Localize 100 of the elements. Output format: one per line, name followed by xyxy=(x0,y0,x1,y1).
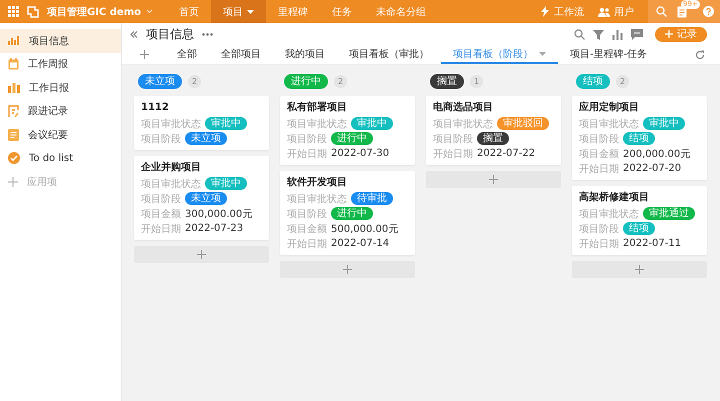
field-label: 开始日期 xyxy=(141,222,181,236)
status-tag: 未立项 xyxy=(185,192,227,205)
status-tag: 进行中 xyxy=(331,132,373,145)
field-label: 项目审批状态 xyxy=(287,118,347,130)
check-circle-icon xyxy=(8,152,20,164)
plus-icon xyxy=(665,30,673,38)
form-icon xyxy=(8,105,19,118)
view-tab[interactable]: 项目-里程碑-任务 xyxy=(558,45,660,64)
field-value: 2022-07-20 xyxy=(623,163,682,174)
search-icon[interactable] xyxy=(574,28,585,40)
refresh-icon[interactable] xyxy=(695,50,705,60)
field-value: 2022-07-23 xyxy=(185,223,244,234)
field-label: 项目阶段 xyxy=(287,208,327,220)
field-label: 项目阶段 xyxy=(287,132,327,146)
status-tag: 未立项 xyxy=(185,132,227,145)
add-view-icon[interactable] xyxy=(140,50,149,59)
card-title: 私有部署项目 xyxy=(287,101,348,115)
card-title: 高架桥修建项目 xyxy=(579,191,650,205)
project-card[interactable]: 电商选品项目 项目审批状态 审批驳回 项目阶段 搁置 开始日期 2022-07-22 xyxy=(426,96,561,165)
sidebar-item[interactable]: 工作周报 xyxy=(0,52,121,76)
status-tag: 审批中 xyxy=(205,117,247,130)
project-card[interactable]: 高架桥修建项目 项目审批状态 审批通过 项目阶段 结项 开始日期 2022-07-11 xyxy=(572,186,707,255)
plus-icon xyxy=(197,250,206,259)
status-tag: 搁置 xyxy=(477,132,509,145)
field-label: 项目阶段 xyxy=(579,132,619,146)
sidebar-item[interactable]: 会议纪要 xyxy=(0,123,121,146)
field-label: 项目审批状态 xyxy=(579,208,639,220)
field-label: 项目审批状态 xyxy=(287,192,347,206)
project-card[interactable]: 软件开发项目 项目审批状态 待审批 项目阶段 进行中 项目金额 500,000.00元 开始日期 2022-07-14 xyxy=(280,171,415,255)
notes-icon xyxy=(8,128,19,141)
field-label: 开始日期 xyxy=(433,148,473,160)
status-tag: 进行中 xyxy=(331,207,373,220)
field-value: 2022-07-30 xyxy=(331,148,390,159)
field-label: 项目阶段 xyxy=(579,222,619,236)
status-tag: 审批通过 xyxy=(643,207,695,220)
chart-icon xyxy=(8,35,20,46)
view-tab[interactable]: 全部 xyxy=(165,45,209,64)
field-label: 开始日期 xyxy=(287,238,327,250)
field-label: 项目审批状态 xyxy=(141,178,201,190)
field-label: 开始日期 xyxy=(579,238,619,250)
field-label: 项目阶段 xyxy=(141,132,181,146)
card-title: 软件开发项目 xyxy=(287,176,348,190)
field-label: 项目阶段 xyxy=(433,132,473,146)
project-card[interactable]: 1112 项目审批状态 审批中 项目阶段 未立项 xyxy=(134,96,269,150)
grid-icon[interactable] xyxy=(8,6,19,17)
field-label: 项目审批状态 xyxy=(141,118,201,130)
status-tag: 审批驳回 xyxy=(497,117,549,130)
page-title: 项目信息 xyxy=(146,26,194,42)
more-icon[interactable] xyxy=(202,32,213,36)
plus-icon xyxy=(489,175,498,184)
card-title: 应用定制项目 xyxy=(579,101,640,115)
view-tab[interactable]: 全部项目 xyxy=(209,45,273,64)
document-icon[interactable] xyxy=(677,6,687,18)
sidebar-item[interactable]: 项目信息 xyxy=(0,29,121,52)
field-label: 项目金额 xyxy=(141,208,181,220)
status-tag: 结项 xyxy=(623,132,655,145)
status-tag: 结项 xyxy=(623,222,655,235)
sidebar-item[interactable]: To do list xyxy=(0,146,121,170)
field-value: 300,000.00元 xyxy=(185,208,252,220)
status-tag: 待审批 xyxy=(351,192,393,205)
status-tag: 搁置 xyxy=(430,74,464,88)
field-label: 项目阶段 xyxy=(141,192,181,206)
field-label: 项目金额 xyxy=(287,222,327,236)
status-tag: 未立项 xyxy=(138,74,182,88)
search-icon[interactable] xyxy=(656,6,667,17)
card-count: 2 xyxy=(188,74,201,88)
bar-chart-icon[interactable] xyxy=(612,28,623,40)
help-icon[interactable] xyxy=(703,6,714,17)
card-title: 企业并购项目 xyxy=(141,161,202,175)
calendar-icon xyxy=(8,58,19,70)
status-tag: 进行中 xyxy=(284,74,328,88)
field-value: 2022-07-22 xyxy=(477,148,536,159)
view-tab[interactable]: 我的项目 xyxy=(273,45,337,64)
sidebar-item[interactable]: 跟进记录 xyxy=(0,100,121,123)
lightning-icon xyxy=(540,6,550,17)
field-label: 开始日期 xyxy=(579,162,619,176)
project-card[interactable]: 应用定制项目 项目审批状态 审批中 项目阶段 结项 项目金额 200,000.00元 开始日期 2022-07-20 xyxy=(572,96,707,180)
card-count: 2 xyxy=(616,74,629,88)
field-value: 2022-07-14 xyxy=(331,238,390,249)
card-count: 2 xyxy=(334,74,347,88)
field-label: 开始日期 xyxy=(287,148,327,160)
status-tag: 审批中 xyxy=(351,117,393,130)
status-tag: 审批中 xyxy=(205,177,247,190)
card-title: 1112 xyxy=(141,101,170,115)
sidebar-item[interactable]: 工作日报 xyxy=(0,76,121,100)
plus-icon xyxy=(8,176,18,187)
status-tag: 结项 xyxy=(576,74,610,88)
plus-icon xyxy=(343,265,352,274)
filter-icon[interactable] xyxy=(593,28,604,40)
comment-icon[interactable] xyxy=(631,28,643,40)
project-card[interactable]: 企业并购项目 项目审批状态 审批中 项目阶段 未立项 项目金额 300,000.00元 开始日期 2022-07-23 xyxy=(134,156,269,240)
card-count: 1 xyxy=(470,74,483,88)
field-value: 500,000.00元 xyxy=(331,222,398,236)
project-card[interactable]: 私有部署项目 项目审批状态 审批中 项目阶段 进行中 开始日期 2022-07-30 xyxy=(280,96,415,165)
field-value: 2022-07-11 xyxy=(623,238,682,249)
view-tab[interactable]: 项目看板（审批） xyxy=(337,45,441,64)
field-label: 项目审批状态 xyxy=(579,118,639,130)
field-value: 200,000.00元 xyxy=(623,148,690,160)
status-tag: 审批中 xyxy=(643,117,685,130)
collapse-icon[interactable] xyxy=(130,30,138,38)
